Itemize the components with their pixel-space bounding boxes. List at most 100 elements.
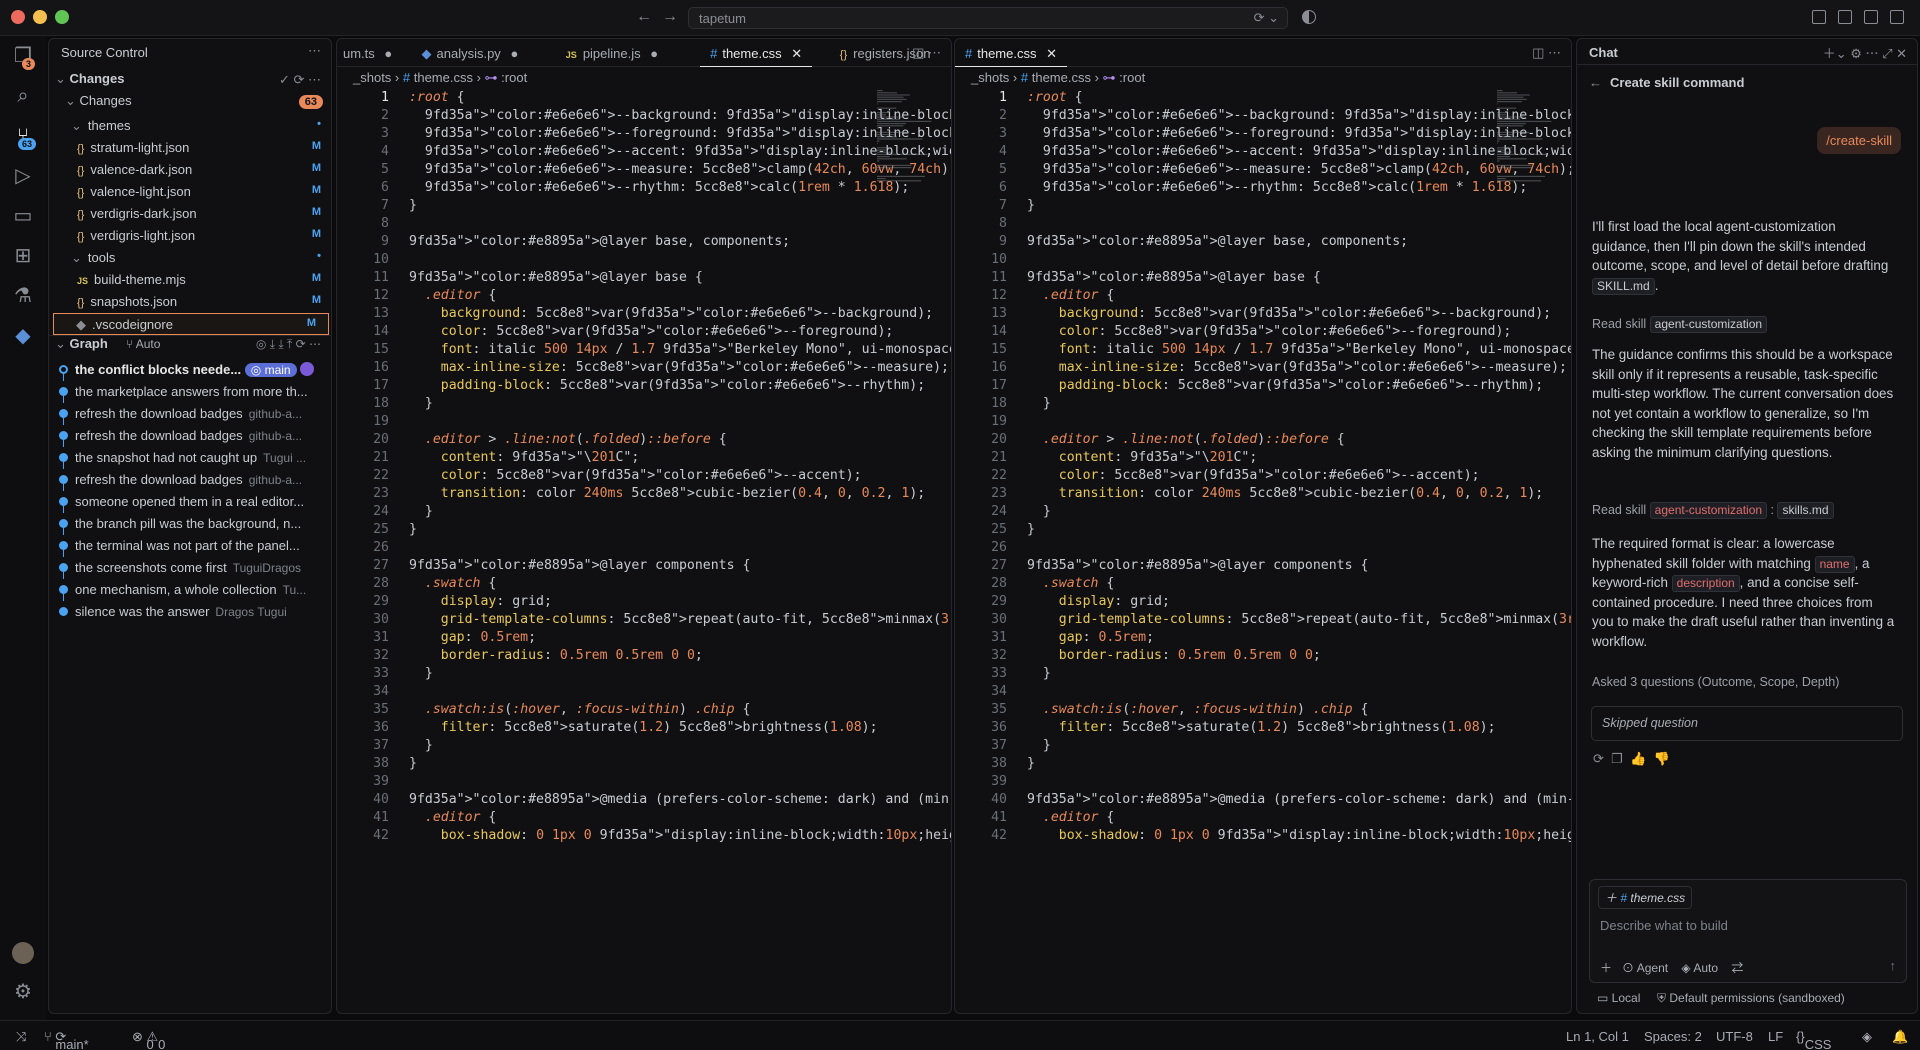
attach-icon[interactable]: ＋ (1600, 961, 1612, 975)
graph-auto-button[interactable]: ⑂ Auto (126, 337, 161, 351)
editor-tab[interactable]: # theme.css ✕ (700, 39, 813, 67)
chat-input-box[interactable]: ＋ # theme.css Describe what to build ＋ ⊙… (1589, 879, 1907, 983)
editor-tab[interactable]: ◆ analysis.py ● (412, 39, 529, 67)
toggle-panel-icon[interactable] (1864, 10, 1878, 24)
line-ending[interactable]: LF (1768, 1029, 1783, 1044)
chat-actions-icon[interactable]: ＋⌄ ⚙ ⋯ ⤢ ✕ (1823, 43, 1907, 62)
minimize-window-button[interactable] (33, 10, 47, 24)
crumb-file[interactable]: theme.css (1032, 70, 1091, 85)
asked-questions[interactable]: Asked 3 questions (Outcome, Scope, Depth… (1592, 675, 1839, 689)
scm-item[interactable]: ⌄ themes • (49, 115, 331, 137)
editor-actions-icon[interactable]: ◫ ⋯ (912, 45, 941, 61)
back-arrow-icon[interactable]: ← (1589, 75, 1602, 90)
graph-commit[interactable]: refresh the download badges github-a... (49, 403, 331, 425)
changes-group[interactable]: ⌄ Changes 63 (49, 93, 331, 115)
graph-commit[interactable]: the marketplace answers from more th... (49, 381, 331, 403)
permissions-button[interactable]: ⛨ Default permissions (sandboxed) (1657, 991, 1845, 1005)
code-editor[interactable]: 1:root {2 9fd35a">"color:#e6e6e6">--back… (337, 90, 951, 1013)
copilot-status-icon[interactable] (1302, 10, 1316, 24)
remote-explorer-icon[interactable]: ▭ (11, 204, 35, 228)
crumb-file[interactable]: theme.css (414, 70, 473, 85)
crumb-symbol[interactable]: :root (1119, 70, 1145, 85)
editor-tab[interactable]: um.ts ● (337, 39, 402, 67)
agent-customization-pill[interactable]: agent-customization (1649, 316, 1768, 333)
crumb-folder[interactable]: _shots (353, 70, 391, 85)
local-button[interactable]: ▭ Local (1597, 991, 1640, 1005)
command-center-search[interactable]: tapetum ⟳ ⌄ (688, 7, 1288, 29)
commit-actions-icon[interactable]: ✓ ⟳ ⋯ (279, 72, 321, 88)
editor-tab[interactable]: # theme.css ✕ (955, 39, 1068, 67)
remote-icon[interactable]: ⤨ (16, 1029, 26, 1045)
run-debug-icon[interactable]: ▷ (11, 164, 35, 188)
customize-layout-icon[interactable] (1812, 10, 1826, 24)
graph-commit[interactable]: the terminal was not part of the panel..… (49, 535, 331, 557)
tools-icon[interactable]: ⇄ (1731, 961, 1743, 975)
graph-commit[interactable]: the snapshot had not caught up Tugui ... (49, 447, 331, 469)
extensions-icon[interactable]: ⊞ (11, 244, 35, 268)
indentation[interactable]: Spaces: 2 (1644, 1029, 1702, 1044)
add-context-icon[interactable]: ＋ (1605, 891, 1617, 905)
editor-tab[interactable]: JS pipeline.js ● (556, 39, 668, 67)
thumbs-up-icon[interactable]: 👍 (1630, 751, 1646, 766)
notifications-icon[interactable]: 🔔 (1892, 1029, 1908, 1045)
encoding[interactable]: UTF-8 (1716, 1029, 1753, 1044)
graph-commit[interactable]: the conflict blocks neede... ◎ main (49, 359, 331, 381)
scm-item[interactable]: JS build-theme.mjs M (49, 269, 331, 291)
graph-commit[interactable]: one mechanism, a whole collection Tu... (49, 579, 331, 601)
scm-item[interactable]: {} valence-dark.json M (49, 159, 331, 181)
python-icon[interactable]: ◆ (11, 324, 35, 348)
graph-commit[interactable]: someone opened them in a real editor... (49, 491, 331, 513)
send-icon[interactable]: ↑ (1890, 958, 1897, 973)
scm-item[interactable]: {} valence-light.json M (49, 181, 331, 203)
thumbs-down-icon[interactable]: 👎 (1653, 751, 1669, 766)
close-icon[interactable]: ✕ (791, 46, 802, 61)
graph-actions-icon[interactable]: ◎ ⤓ ⤓ ⤒ ⟳ ⋯ (256, 337, 321, 352)
toggle-auxiliary-bar-icon[interactable] (1890, 10, 1904, 24)
close-icon[interactable]: ✕ (1046, 46, 1057, 61)
agent-customization-pill[interactable]: agent-customization (1649, 502, 1768, 519)
close-window-button[interactable] (11, 10, 25, 24)
forward-arrow-icon[interactable]: → (662, 8, 678, 26)
editor-actions-icon[interactable]: ◫ ⋯ (1532, 45, 1561, 61)
skills-md-pill[interactable]: skills.md (1777, 502, 1834, 519)
copy-icon[interactable]: ❐ (1611, 751, 1623, 766)
toggle-sidebar-icon[interactable] (1838, 10, 1852, 24)
scm-item[interactable]: {} snapshots.json M (49, 291, 331, 313)
scm-item[interactable]: {} stratum-light.json M (49, 137, 331, 159)
problems-indicator[interactable]: ⊗ 0 ⚠ 0 (132, 1029, 165, 1050)
agent-mode-button[interactable]: ⊙ Agent (1622, 961, 1668, 975)
maximize-window-button[interactable] (55, 10, 69, 24)
scm-item[interactable]: ⌄ tools • (49, 247, 331, 269)
branch-indicator[interactable]: ⑂ main* ⟳ (44, 1029, 89, 1050)
chat-input[interactable]: Describe what to build (1600, 918, 1728, 933)
graph-commit[interactable]: the screenshots come first TuguiDragos (49, 557, 331, 579)
scm-item[interactable]: {} verdigris-light.json M (49, 225, 331, 247)
avatar[interactable] (12, 942, 34, 964)
skill-md-pill[interactable]: SKILL.md (1592, 277, 1655, 295)
minimap[interactable] (1497, 90, 1559, 190)
graph-commit[interactable]: silence was the answer Dragos Tugui (49, 601, 331, 623)
minimap[interactable] (877, 90, 939, 190)
graph-section[interactable]: ⌄ Graph ⑂ Auto ◎ ⤓ ⤓ ⤒ ⟳ ⋯ (49, 335, 331, 357)
graph-commit[interactable]: the branch pill was the background, n... (49, 513, 331, 535)
copilot-icon[interactable]: ◈ (1862, 1029, 1872, 1045)
copilot-icon[interactable]: ⟳ ⌄ (1254, 10, 1279, 26)
gear-icon[interactable]: ⚙ (11, 980, 35, 1004)
search-icon[interactable]: ⌕ (11, 84, 35, 108)
skipped-question-box[interactable]: Skipped question (1591, 706, 1903, 741)
back-arrow-icon[interactable]: ← (636, 8, 652, 26)
crumb-symbol[interactable]: :root (501, 70, 527, 85)
more-icon[interactable]: ⋯ (308, 43, 321, 59)
cursor-position[interactable]: Ln 1, Col 1 (1566, 1029, 1629, 1044)
model-picker[interactable]: ◈ Auto (1681, 961, 1718, 975)
code-editor[interactable]: 1:root {2 9fd35a">"color:#e6e6e6">--back… (955, 90, 1571, 1013)
graph-commit[interactable]: refresh the download badges github-a... (49, 469, 331, 491)
retry-icon[interactable]: ⟳ (1593, 751, 1604, 766)
graph-commit[interactable]: refresh the download badges github-a... (49, 425, 331, 447)
changes-section[interactable]: ⌄ Changes ✓ ⟳ ⋯ (49, 71, 331, 93)
language-mode[interactable]: {} CSS (1796, 1029, 1831, 1050)
context-chip[interactable]: ＋ # theme.css (1598, 886, 1693, 909)
scm-item[interactable]: {} verdigris-dark.json M (49, 203, 331, 225)
scm-item[interactable]: ◆ .vscodeignore M (53, 313, 329, 335)
testing-icon[interactable]: ⚗ (11, 284, 35, 308)
